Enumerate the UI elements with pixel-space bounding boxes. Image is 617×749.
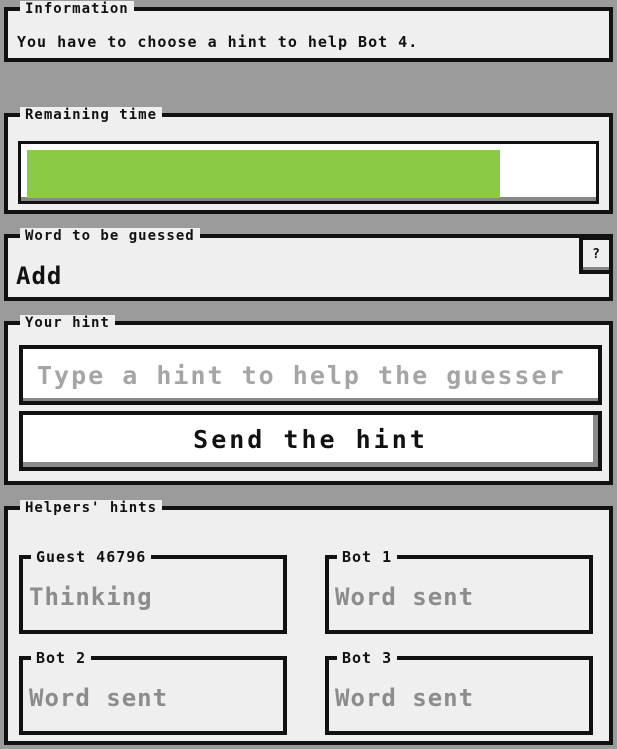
helper-status: Word sent <box>29 684 169 712</box>
helper-status: Thinking <box>29 583 153 611</box>
helper-name: Bot 1 <box>337 549 398 565</box>
helper-card: Bot 3 Word sent <box>325 650 593 735</box>
information-message: You have to choose a hint to help Bot 4. <box>17 33 419 51</box>
helper-card: Guest 46796 Thinking <box>19 549 287 634</box>
helper-name: Bot 2 <box>31 650 92 666</box>
helper-status: Word sent <box>335 684 475 712</box>
remaining-time-title: Remaining time <box>20 107 163 123</box>
your-hint-title: Your hint <box>20 315 115 331</box>
information-title: Information <box>20 1 134 17</box>
helper-card: Bot 2 Word sent <box>19 650 287 735</box>
helper-card: Bot 1 Word sent <box>325 549 593 634</box>
helper-name: Bot 3 <box>337 650 398 666</box>
your-hint-panel: Your hint Send the hint <box>4 315 613 485</box>
helper-name: Guest 46796 <box>31 549 152 565</box>
word-panel: Word to be guessed Add ? <box>4 228 613 301</box>
time-progress-bar <box>18 141 599 204</box>
remaining-time-panel: Remaining time <box>4 107 613 214</box>
information-panel: Information You have to choose a hint to… <box>4 1 613 62</box>
help-button[interactable]: ? <box>579 236 613 274</box>
helper-status: Word sent <box>335 583 475 611</box>
helpers-hints-panel: Helpers' hints Guest 46796 Thinking Bot … <box>4 500 613 745</box>
helpers-hints-title: Helpers' hints <box>20 500 163 516</box>
send-hint-button[interactable]: Send the hint <box>19 411 602 471</box>
time-progress-fill <box>27 150 500 198</box>
word-title: Word to be guessed <box>20 228 200 244</box>
word-value: Add <box>16 262 63 290</box>
hint-input[interactable] <box>19 345 602 405</box>
